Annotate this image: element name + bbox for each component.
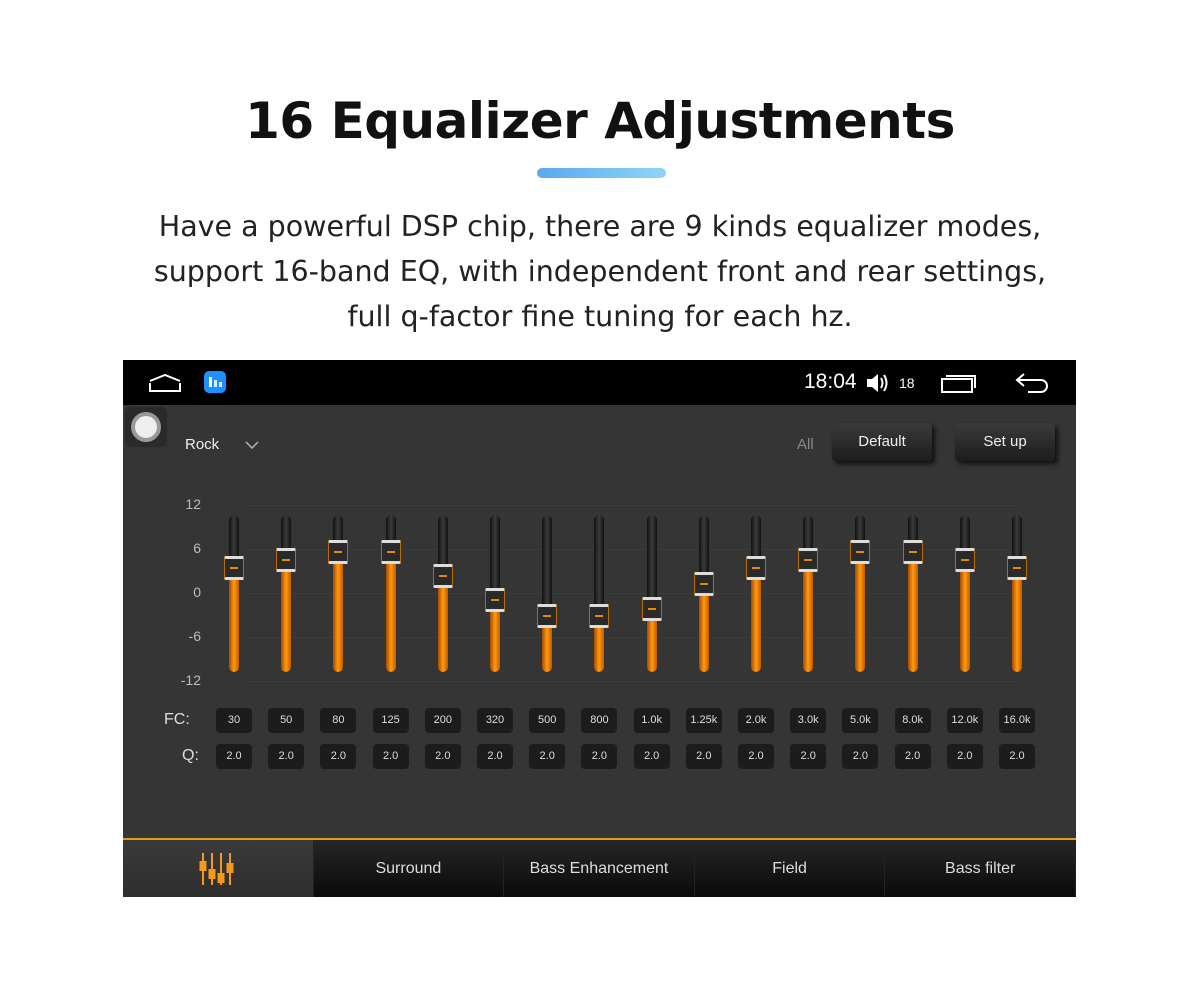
all-toggle[interactable]: All: [797, 436, 814, 453]
slider-handle[interactable]: [902, 539, 923, 564]
axis-label: 0: [193, 584, 201, 600]
q-value[interactable]: 2.0: [372, 744, 409, 769]
slider-handle[interactable]: [224, 556, 244, 581]
slider-fill: [281, 560, 292, 672]
slider-fill: [437, 576, 448, 672]
subtitle-line: full q-factor fine tuning for each hz.: [347, 300, 853, 333]
q-value[interactable]: 2.0: [633, 744, 670, 769]
q-value[interactable]: 2.0: [216, 744, 252, 769]
q-value[interactable]: 2.0: [999, 744, 1035, 769]
fc-value[interactable]: 80: [320, 708, 357, 733]
slider-fill: [855, 551, 866, 672]
slider-handle[interactable]: [380, 539, 401, 564]
axis-label: 6: [193, 540, 201, 556]
fc-value[interactable]: 1.25k: [685, 708, 722, 733]
slider-handle[interactable]: [641, 597, 662, 622]
bottom-tabs: Surround Bass Enhancement Field Bass filter: [123, 838, 1076, 897]
slider-handle[interactable]: [954, 548, 975, 572]
fc-value[interactable]: 12.0k: [946, 708, 983, 733]
tab-bass-filter[interactable]: Bass filter: [885, 840, 1076, 897]
axis-label: 12: [185, 496, 201, 512]
slider-handle[interactable]: [485, 588, 505, 613]
subtitle-line: support 16-band EQ, with independent fro…: [153, 255, 1047, 288]
equalizer-icon: [199, 852, 234, 885]
grid-line: [245, 637, 1020, 638]
tab-field[interactable]: Field: [694, 840, 886, 897]
tab-surround[interactable]: Surround: [313, 840, 505, 897]
recent-apps-icon[interactable]: [941, 372, 977, 394]
page-title: 16 Equalizer Adjustments: [245, 92, 955, 150]
q-value[interactable]: 2.0: [320, 744, 357, 769]
fc-value[interactable]: 5.0k: [842, 708, 879, 733]
subtitle-line: Have a powerful DSP chip, there are 9 ki…: [158, 210, 1042, 243]
title-underline: [537, 168, 666, 178]
q-value[interactable]: 2.0: [842, 744, 879, 769]
slider-fill: [229, 568, 239, 672]
grid-line: [245, 505, 1020, 506]
slider-fill: [751, 568, 761, 672]
fc-value[interactable]: 200: [424, 708, 461, 733]
slider-fill: [1012, 568, 1022, 672]
q-label: Q:: [182, 747, 199, 764]
q-value[interactable]: 2.0: [790, 744, 827, 769]
volume-level: 18: [899, 375, 915, 391]
setup-button[interactable]: Set up: [955, 423, 1055, 461]
fc-value[interactable]: 2.0k: [738, 708, 774, 733]
tab-equalizer[interactable]: [123, 840, 314, 897]
slider-handle[interactable]: [432, 564, 453, 589]
slider-handle[interactable]: [746, 556, 766, 581]
home-icon[interactable]: [148, 373, 182, 393]
fc-value[interactable]: 50: [268, 708, 305, 733]
assistive-touch-button[interactable]: [125, 407, 167, 447]
q-value[interactable]: 2.0: [477, 744, 513, 769]
fc-label: FC:: [164, 711, 190, 728]
slider-handle[interactable]: [693, 572, 714, 597]
default-button[interactable]: Default: [832, 423, 932, 461]
slider-handle[interactable]: [1007, 556, 1027, 581]
q-value[interactable]: 2.0: [685, 744, 722, 769]
axis-label: -6: [188, 628, 201, 644]
tab-bass-enhancement[interactable]: Bass Enhancement: [504, 840, 695, 897]
app-icon[interactable]: [204, 371, 226, 393]
q-value[interactable]: 2.0: [424, 744, 461, 769]
q-value[interactable]: 2.0: [894, 744, 931, 769]
chevron-down-icon[interactable]: [244, 440, 260, 450]
slider-handle[interactable]: [537, 603, 558, 628]
slider-handle[interactable]: [850, 539, 871, 564]
slider-handle[interactable]: [798, 548, 819, 572]
volume-icon[interactable]: [865, 371, 891, 395]
grid-line: [245, 593, 1020, 594]
slider-handle[interactable]: [276, 548, 297, 572]
fc-value[interactable]: 800: [581, 708, 618, 733]
back-icon[interactable]: [1014, 371, 1050, 395]
q-value[interactable]: 2.0: [581, 744, 618, 769]
slider-handle[interactable]: [589, 603, 610, 628]
q-value[interactable]: 2.0: [268, 744, 305, 769]
fc-value[interactable]: 16.0k: [999, 708, 1035, 733]
fc-value[interactable]: 320: [477, 708, 513, 733]
axis-label: -12: [180, 672, 201, 688]
slider-fill: [333, 551, 344, 672]
q-value[interactable]: 2.0: [946, 744, 983, 769]
q-value[interactable]: 2.0: [738, 744, 774, 769]
fc-value[interactable]: 125: [372, 708, 409, 733]
slider-fill: [907, 551, 918, 672]
slider-fill: [959, 560, 970, 672]
preset-select[interactable]: Rock: [185, 436, 219, 453]
status-bar: 18:04 18: [123, 360, 1076, 405]
fc-value[interactable]: 30: [216, 708, 252, 733]
slider-fill: [385, 551, 396, 672]
eq-screen: 18:04 18 Rock All Default Set up 12 6 0 -6 -…: [123, 360, 1076, 897]
fc-value[interactable]: 8.0k: [894, 708, 931, 733]
slider-fill: [698, 584, 709, 672]
fc-value[interactable]: 3.0k: [790, 708, 827, 733]
fc-value[interactable]: 500: [529, 708, 566, 733]
slider-fill: [803, 560, 814, 672]
page-subtitle: Have a powerful DSP chip, there are 9 ki…: [0, 204, 1200, 339]
slider-handle[interactable]: [328, 539, 349, 564]
fc-value[interactable]: 1.0k: [633, 708, 670, 733]
grid-line: [245, 681, 1020, 682]
q-value[interactable]: 2.0: [529, 744, 566, 769]
clock: 18:04: [804, 370, 857, 393]
